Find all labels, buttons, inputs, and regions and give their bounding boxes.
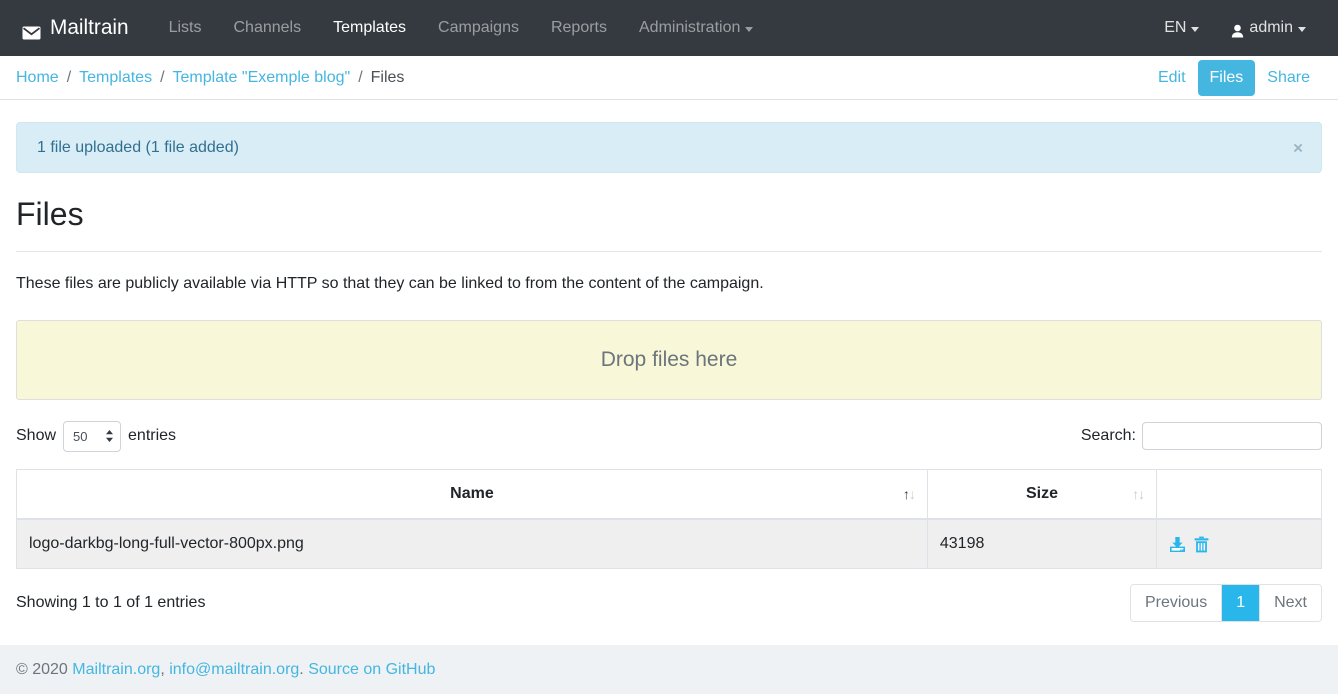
sort-arrows-icon: ↑↓ [1132,482,1145,506]
nav-item-templates[interactable]: Templates [317,8,422,48]
main-navbar: Mailtrain Lists Channels Templates Campa… [0,0,1338,56]
show-label: Show [16,427,57,444]
page-title: Files [16,196,84,232]
page-length-wrapper: 10 25 50 100 [63,420,122,452]
brand-logo[interactable]: Mailtrain [16,16,129,40]
nav-item-campaigns[interactable]: Campaigns [422,8,535,48]
chevron-down-icon [745,26,754,32]
breadcrumb: Home / Templates / Template "Exemple blo… [16,66,404,90]
trash-icon[interactable] [1194,536,1209,553]
search-input[interactable] [1142,422,1322,450]
nav-item-lists[interactable]: Lists [153,8,218,48]
dropzone-label: Drop files here [600,348,738,371]
files-table-head: Name ↑↓ Size ↑↓ [16,469,1322,520]
breadcrumb-separator: / [160,68,165,86]
page-length-control: Show 10 25 50 100 entries [16,420,177,452]
language-selector[interactable]: EN [1148,8,1215,48]
alert-message: 1 file uploaded (1 file added) [37,138,239,156]
breadcrumb-bar: Home / Templates / Template "Exemple blo… [0,56,1338,100]
column-label: Size [1025,485,1058,502]
nav-label: Templates [333,19,407,36]
primary-nav: Lists Channels Templates Campaigns Repor… [153,0,770,56]
page-description: These files are publicly available via H… [16,275,764,292]
breadcrumb-separator: / [358,68,363,86]
footer-link-github[interactable]: Source on GitHub [308,661,435,678]
table-info: Showing 1 to 1 of 1 entries [16,594,206,611]
footer-copyright: © 2020 [16,660,68,678]
pagination-next[interactable]: Next [1260,585,1321,621]
nav-label: Campaigns [438,19,519,36]
pagination: Previous 1 Next [1129,584,1322,622]
footer-link-mailtrain[interactable]: Mailtrain.org [72,661,160,678]
entries-label: entries [128,427,177,444]
brand-label: Mailtrain [50,16,129,39]
nav-item-administration[interactable]: Administration [623,8,769,48]
user-label: admin [1249,19,1293,36]
search-control: Search: [1081,422,1322,450]
cell-file-size: 43198 [926,518,1158,569]
chevron-down-icon [1298,26,1306,32]
breadcrumb-item-templates[interactable]: Templates [79,66,152,90]
table-toolbar: Show 10 25 50 100 entries Search: [16,417,1322,455]
page-container: 1 file uploaded (1 file added) × Files T… [0,122,1338,622]
column-header-actions [1156,469,1322,520]
column-label: Name [450,485,494,502]
breadcrumb-separator: / [66,68,72,86]
footer-text: © 2020 Mailtrain.org, info@mailtrain.org… [16,658,435,682]
table-row: logo-darkbg-long-full-vector-800px.png 4… [16,518,1322,569]
nav-label: Administration [639,19,741,36]
table-footer-bar: Showing 1 to 1 of 1 entries Previous 1 N… [16,584,1322,622]
tab-edit[interactable]: Edit [1146,60,1198,96]
template-tabs: Edit Files Share [1146,59,1322,96]
footer-separator-2: . [299,660,304,678]
row-action-group [1169,536,1309,553]
cell-row-actions [1156,518,1322,569]
sort-desc-arrow-icon: ↓ [908,486,916,502]
breadcrumb-item-current: Files [370,68,405,86]
chevron-down-icon [1191,26,1200,32]
page-length-select[interactable]: 10 25 50 100 [63,420,122,452]
nav-label: Channels [233,19,302,36]
table-header-row: Name ↑↓ Size ↑↓ [16,469,1322,520]
column-header-size[interactable]: Size ↑↓ [926,469,1158,520]
column-header-name[interactable]: Name ↑↓ [16,469,928,520]
cell-file-name: logo-darkbg-long-full-vector-800px.png [16,518,928,569]
files-table-body: logo-darkbg-long-full-vector-800px.png 4… [16,518,1322,569]
tab-files[interactable]: Files [1197,59,1256,96]
files-table: Name ↑↓ Size ↑↓ logo-darkbg-long-full-ve… [16,469,1322,569]
envelope-icon [22,22,41,40]
user-menu[interactable]: admin [1215,8,1322,48]
breadcrumb-item-template[interactable]: Template "Exemple blog" [173,66,351,90]
navbar-right: EN admin [1148,8,1322,48]
footer-separator-1: , [160,660,165,678]
download-icon[interactable] [1169,536,1186,553]
sort-desc-arrow-icon: ↓ [1138,486,1145,502]
pagination-page-1[interactable]: 1 [1222,585,1261,621]
sort-arrows-icon: ↑↓ [903,482,916,506]
person-icon [1231,22,1244,38]
nav-item-channels[interactable]: Channels [218,8,318,48]
breadcrumb-item-home[interactable]: Home [16,66,59,90]
page-footer: © 2020 Mailtrain.org, info@mailtrain.org… [0,645,1338,694]
close-icon[interactable]: × [1293,139,1303,156]
nav-item-reports[interactable]: Reports [535,8,623,48]
search-label: Search: [1080,427,1136,444]
tab-share[interactable]: Share [1255,60,1322,96]
nav-label: Lists [168,19,202,36]
title-divider [16,251,1322,252]
file-dropzone[interactable]: Drop files here [16,320,1322,400]
language-label: EN [1164,19,1187,36]
nav-label: Reports [550,19,607,36]
upload-success-alert: 1 file uploaded (1 file added) × [16,122,1322,173]
pagination-previous[interactable]: Previous [1130,585,1223,621]
footer-link-email[interactable]: info@mailtrain.org [169,661,299,678]
